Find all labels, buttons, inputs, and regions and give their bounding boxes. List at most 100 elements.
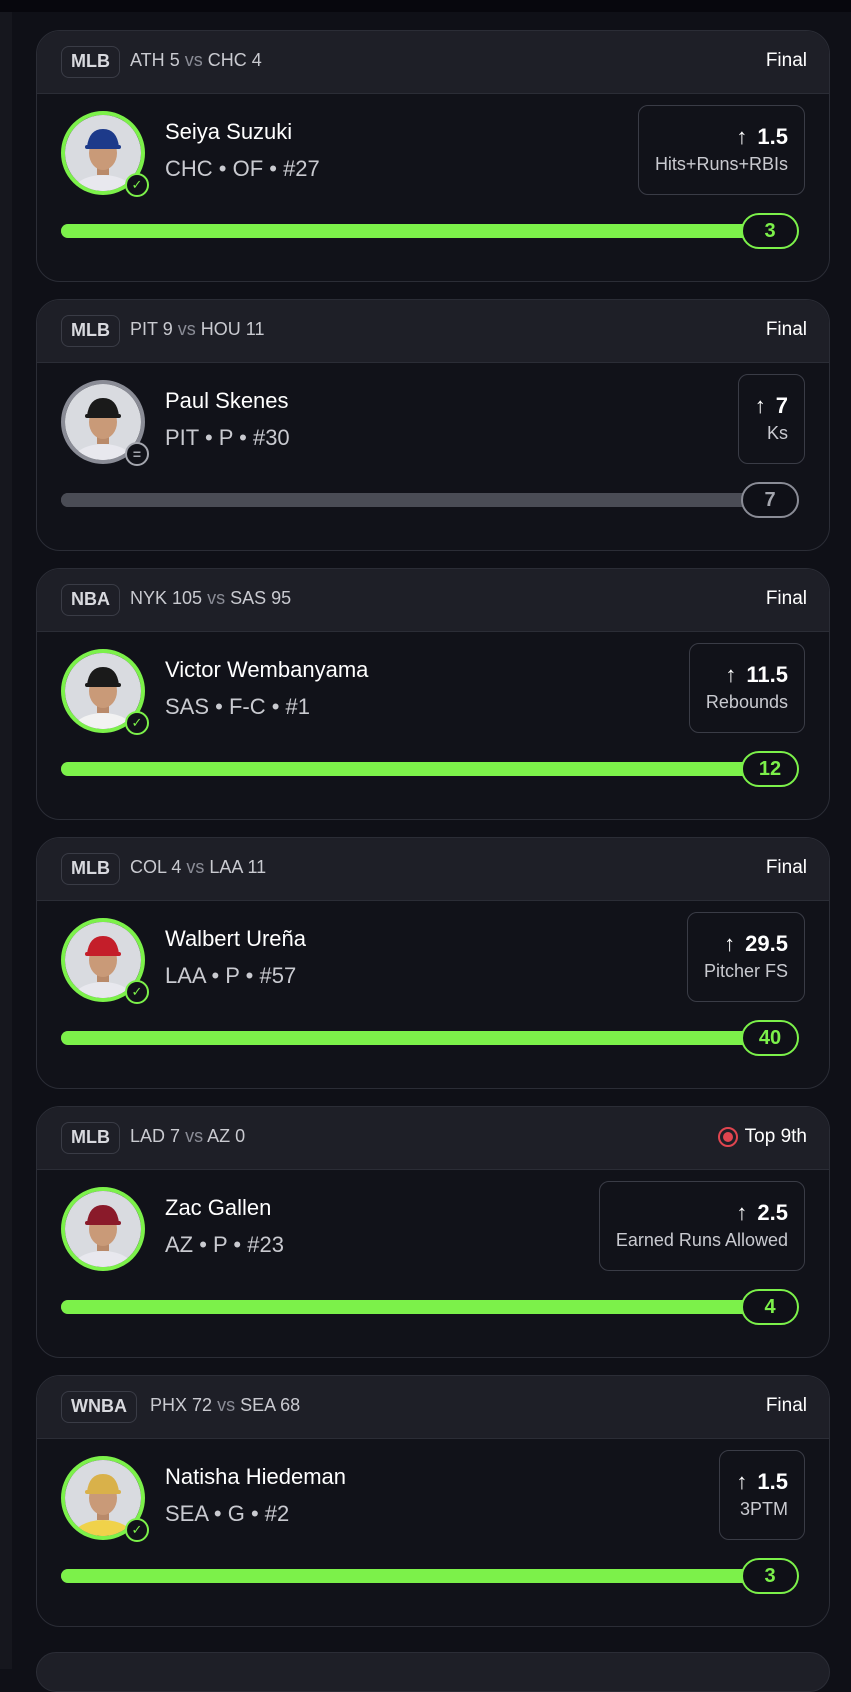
- player-name: Natisha Hiedeman: [165, 1464, 346, 1489]
- vs-label: vs: [184, 50, 203, 70]
- game-status: Final: [766, 588, 807, 610]
- player-name: Paul Skenes: [165, 388, 289, 413]
- league-badge: MLB: [61, 46, 120, 78]
- player-meta: SEA • G • #2: [165, 1501, 290, 1526]
- equals-icon: =: [125, 442, 149, 466]
- game-status: Top 9th: [717, 1126, 807, 1148]
- arrow-up-icon: ↑: [736, 1469, 748, 1494]
- player-avatar: ✓: [61, 1456, 149, 1542]
- result-value: 12: [741, 751, 799, 787]
- result-value: 40: [741, 1020, 799, 1056]
- progress-fill: [61, 493, 751, 507]
- player-meta: PIT • P • #30: [165, 425, 290, 450]
- home-score: 11: [247, 857, 267, 877]
- away-score: 72: [192, 1395, 213, 1415]
- game-header: MLB PIT 9 vs HOU 11 Final: [37, 300, 829, 363]
- home-team: HOU: [200, 319, 241, 339]
- pick-card[interactable]: WNBA PHX 72 vs SEA 68 Final ✓ Natisha Hi…: [36, 1375, 830, 1627]
- game-status-label: Top 9th: [744, 1126, 807, 1147]
- scoreline: LAD 7 vs AZ 0: [130, 1126, 245, 1147]
- line-number: 29.5: [745, 931, 788, 956]
- progress-fill: [61, 1300, 751, 1314]
- pick-card[interactable]: MLB COL 4 vs LAA 11 Final ✓ Walbert Ureñ…: [36, 837, 830, 1089]
- game-header: MLB COL 4 vs LAA 11 Final: [37, 838, 829, 901]
- arrow-up-icon: ↑: [724, 931, 736, 956]
- away-team: COL: [130, 857, 167, 877]
- game-status-label: Final: [765, 1395, 807, 1416]
- stat-type: 3PTM: [739, 1499, 788, 1519]
- player-name: Victor Wembanyama: [165, 657, 369, 682]
- game-header: WNBA PHX 72 vs SEA 68 Final: [37, 1376, 829, 1439]
- stat-type: Ks: [766, 423, 788, 443]
- line-value: ↑ 7: [755, 393, 788, 419]
- away-team: NYK: [130, 588, 168, 608]
- check-icon: ✓: [125, 173, 149, 197]
- away-score: 105: [172, 588, 203, 608]
- game-status-label: Final: [765, 319, 807, 340]
- pick-card[interactable]: NBA NYK 105 vs SAS 95 Final ✓ Victor Wem…: [36, 568, 830, 820]
- scoreline: PHX 72 vs SEA 68: [150, 1395, 300, 1416]
- game-status-label: Final: [765, 857, 807, 878]
- league-badge: MLB: [61, 315, 120, 347]
- player-name: Walbert Ureña: [165, 926, 307, 951]
- check-icon: ✓: [125, 1518, 149, 1542]
- pick-card[interactable]: MLB PIT 9 vs HOU 11 Final = Paul Skenes …: [36, 299, 830, 551]
- arrow-up-icon: ↑: [725, 662, 737, 687]
- result-value: 3: [741, 1558, 799, 1594]
- stat-type: Earned Runs Allowed: [615, 1230, 788, 1250]
- vs-label: vs: [177, 319, 196, 339]
- result-value: 3: [741, 213, 799, 249]
- home-team: AZ: [207, 1126, 231, 1146]
- line-number: 7: [775, 393, 788, 418]
- progress-track: [61, 1300, 751, 1314]
- pick-card[interactable]: MLB LAD 7 vs AZ 0 Top 9th Zac Gallen AZ …: [36, 1106, 830, 1358]
- progress-fill: [61, 224, 751, 238]
- progress-fill: [61, 1031, 751, 1045]
- line-value: ↑ 2.5: [616, 1200, 788, 1226]
- pick-card[interactable]: MLB ATH 5 vs CHC 4 Final ✓ Seiya Suzuki …: [36, 30, 830, 282]
- progress-track: [61, 1031, 751, 1045]
- home-team: LAA: [209, 857, 243, 877]
- progress-fill: [61, 762, 751, 776]
- pick-card-list: MLB ATH 5 vs CHC 4 Final ✓ Seiya Suzuki …: [36, 30, 830, 1644]
- player-avatar: ✓: [61, 918, 149, 1004]
- home-score: 4: [251, 50, 262, 70]
- game-status: Final: [766, 1395, 807, 1417]
- line-value: ↑ 11.5: [706, 662, 788, 688]
- prop-line-box[interactable]: ↑ 7 Ks: [737, 374, 805, 464]
- prop-line-box[interactable]: ↑ 1.5 3PTM: [719, 1450, 805, 1540]
- prop-line-box[interactable]: ↑ 29.5 Pitcher FS: [686, 912, 805, 1002]
- arrow-up-icon: ↑: [736, 124, 748, 149]
- away-team: PIT: [130, 319, 158, 339]
- stat-type: Rebounds: [705, 692, 788, 712]
- line-value: ↑ 1.5: [736, 1469, 788, 1495]
- away-team: ATH: [130, 50, 165, 70]
- game-header: MLB LAD 7 vs AZ 0 Top 9th: [37, 1107, 829, 1170]
- game-header: NBA NYK 105 vs SAS 95 Final: [37, 569, 829, 632]
- prop-line-box[interactable]: ↑ 11.5 Rebounds: [688, 643, 805, 733]
- away-score: 4: [171, 857, 182, 877]
- away-score: 7: [170, 1126, 181, 1146]
- vs-label: vs: [217, 1395, 236, 1415]
- home-score: 68: [280, 1395, 301, 1415]
- scoreline: PIT 9 vs HOU 11: [130, 319, 264, 340]
- home-score: 11: [245, 319, 265, 339]
- away-score: 9: [162, 319, 173, 339]
- scoreline: ATH 5 vs CHC 4: [130, 50, 262, 71]
- away-team: PHX: [150, 1395, 188, 1415]
- prop-line-box[interactable]: ↑ 2.5 Earned Runs Allowed: [598, 1181, 805, 1271]
- left-rail: [0, 12, 12, 1669]
- away-score: 5: [169, 50, 180, 70]
- progress-track: [61, 762, 751, 776]
- scoreline: NYK 105 vs SAS 95: [130, 588, 291, 609]
- progress-track: [61, 1569, 751, 1583]
- line-value: ↑ 1.5: [655, 124, 788, 150]
- player-avatar: =: [61, 380, 149, 466]
- line-number: 2.5: [757, 1200, 788, 1225]
- vs-label: vs: [207, 588, 226, 608]
- game-status-label: Final: [765, 50, 807, 71]
- game-header: MLB ATH 5 vs CHC 4 Final: [37, 31, 829, 94]
- progress-track: [61, 224, 751, 238]
- prop-line-box[interactable]: ↑ 1.5 Hits+Runs+RBIs: [637, 105, 805, 195]
- away-team: LAD: [130, 1126, 166, 1146]
